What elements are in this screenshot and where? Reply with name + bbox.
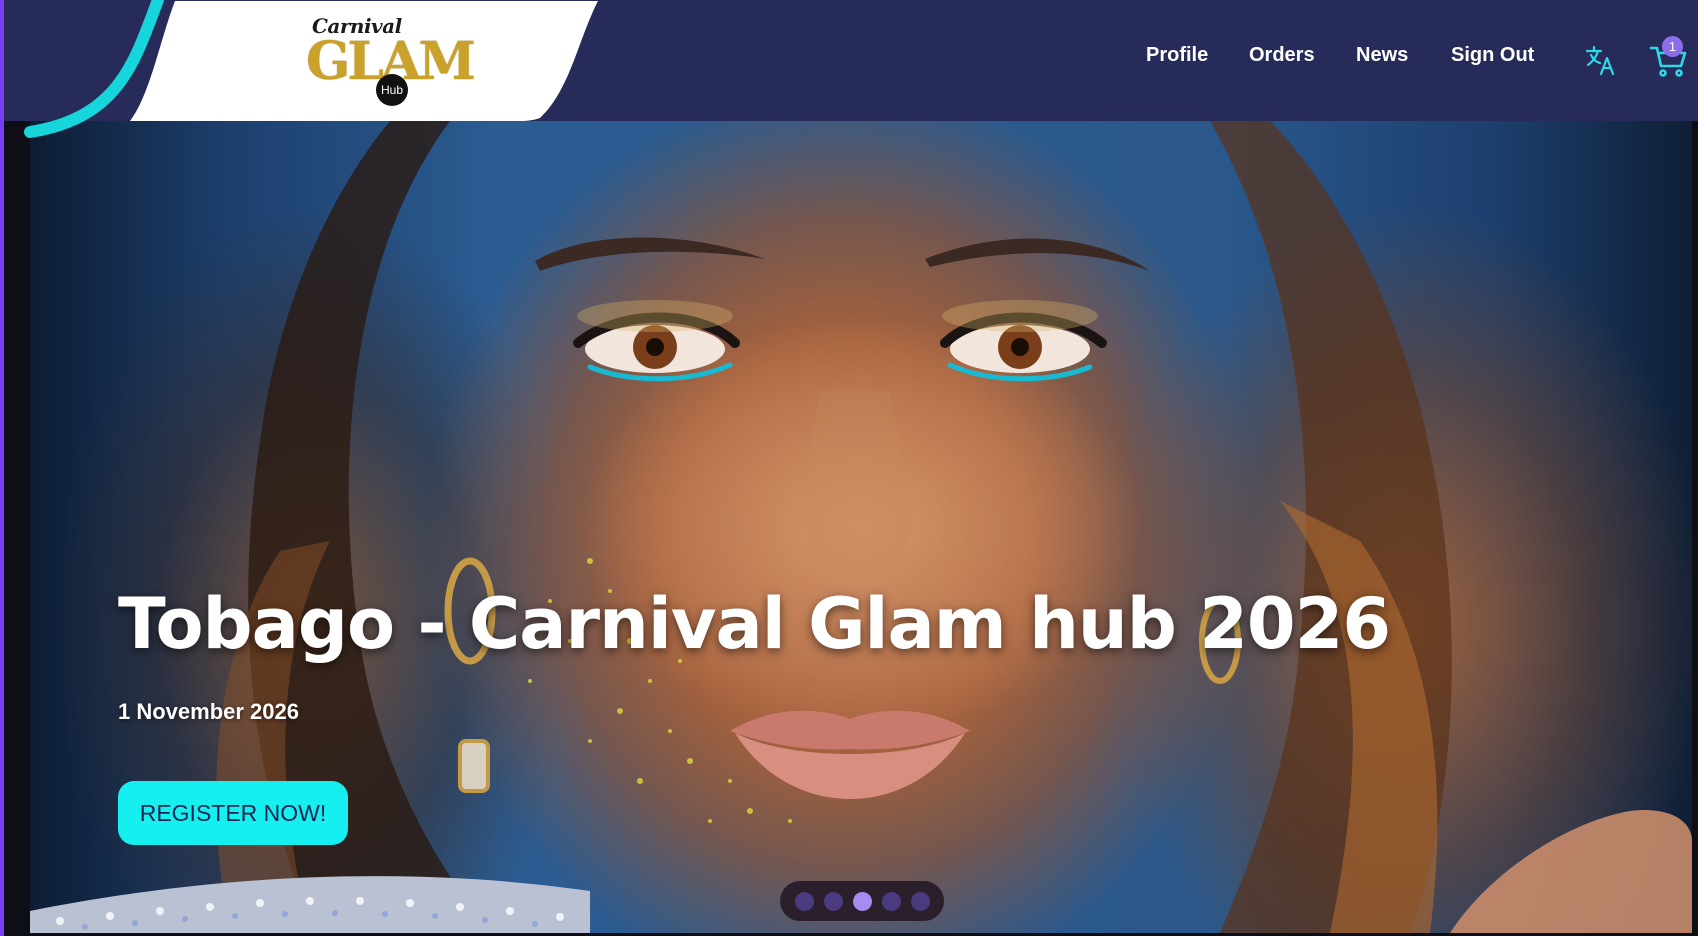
hero-slider: Tobago - Carnival Glam hub 2026 1 Novemb… xyxy=(30,121,1692,933)
left-accent-bar xyxy=(0,0,4,936)
carousel-dot-active[interactable] xyxy=(852,891,872,911)
nav-sign-out[interactable]: Sign Out xyxy=(1451,44,1534,67)
hero-date: 1 November 2026 xyxy=(118,699,299,724)
nav-news[interactable]: News xyxy=(1356,44,1408,67)
nav-orders[interactable]: Orders xyxy=(1249,44,1315,67)
nav-profile[interactable]: Profile xyxy=(1146,44,1208,67)
logo-area: Carnival GLAM Hub xyxy=(0,0,620,145)
translate-icon[interactable] xyxy=(1584,44,1616,76)
carousel-dot[interactable] xyxy=(823,891,843,911)
hero-title: Tobago - Carnival Glam hub 2026 xyxy=(118,583,1391,665)
register-now-button[interactable]: REGISTER NOW! xyxy=(118,781,348,845)
carousel-dot[interactable] xyxy=(910,891,930,911)
cart-count-badge: 1 xyxy=(1662,36,1683,57)
carousel-dot[interactable] xyxy=(794,891,814,911)
carnival-glam-hub-logo[interactable]: Carnival GLAM Hub xyxy=(306,14,476,106)
carousel-dot[interactable] xyxy=(881,891,901,911)
translate-glyph xyxy=(1585,45,1615,76)
carousel-pagination xyxy=(780,881,944,921)
logo-hub-badge: Hub xyxy=(376,74,408,106)
